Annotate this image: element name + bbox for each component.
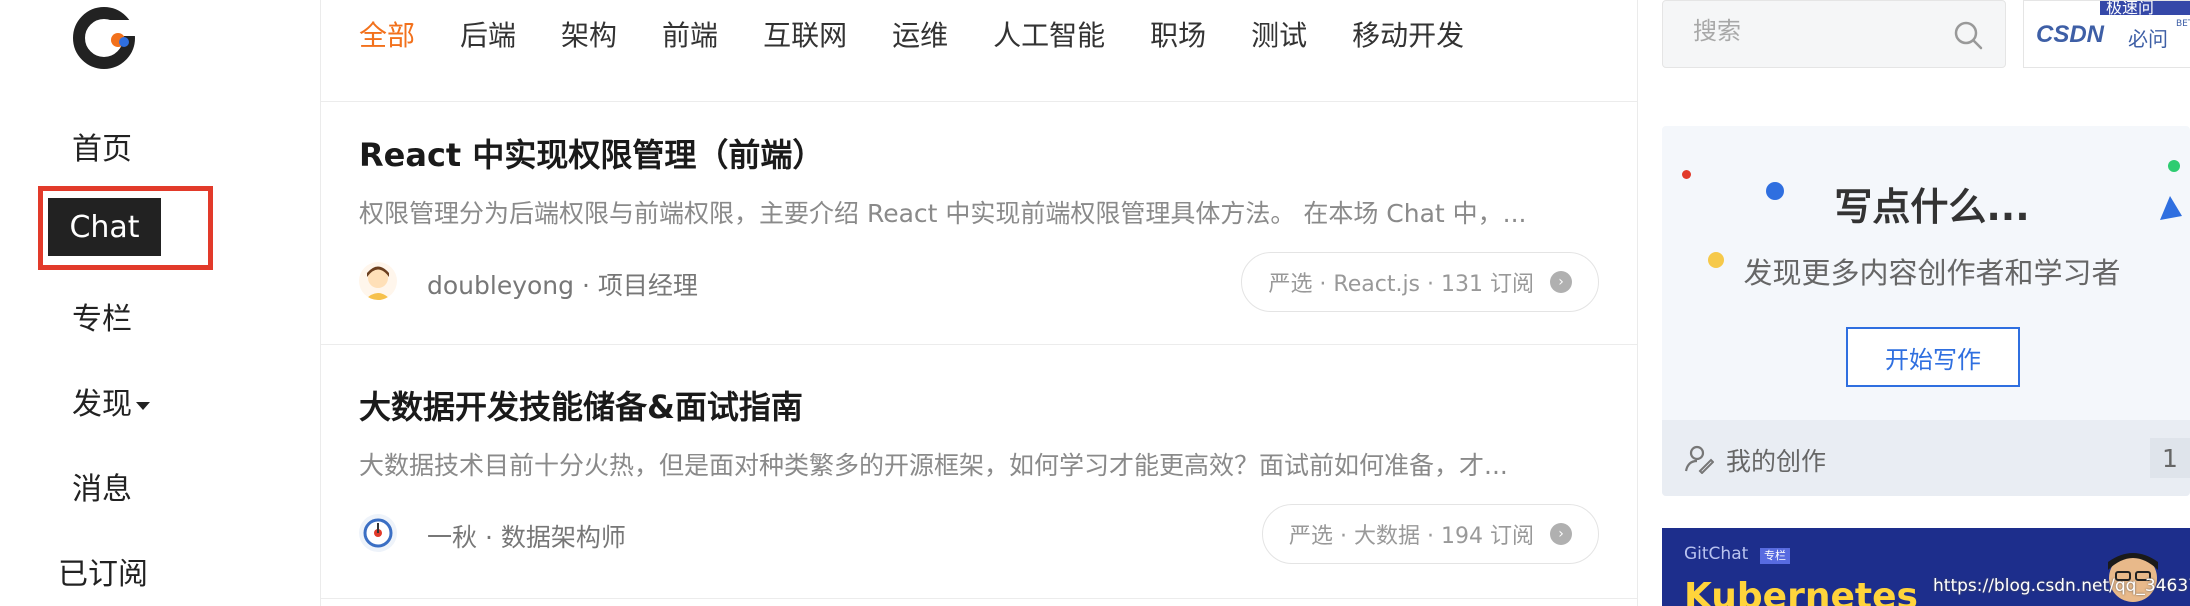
start-writing-button[interactable]: 开始写作: [1846, 327, 2020, 387]
decor-dot: [2168, 160, 2180, 172]
tab-architecture[interactable]: 架构: [561, 14, 617, 54]
tab-frontend[interactable]: 前端: [662, 14, 718, 54]
author-avatar[interactable]: [359, 262, 397, 300]
nav-messages[interactable]: 消息: [72, 464, 132, 508]
my-creations-row[interactable]: 我的创作 1: [1662, 420, 2190, 496]
article-desc: 大数据技术目前十分火热，但是面对种类繁多的开源框架，如何学习才能更高效？面试前如…: [359, 451, 1508, 480]
tab-ops[interactable]: 运维: [892, 14, 948, 54]
tab-ai[interactable]: 人工智能: [993, 14, 1105, 54]
write-card: 写点什么... 发现更多内容创作者和学习者 开始写作 我的创作 1: [1662, 126, 2190, 496]
gitchat-logo[interactable]: [70, 4, 138, 72]
tab-backend[interactable]: 后端: [460, 14, 516, 54]
article-divider: [321, 344, 1637, 345]
author-name[interactable]: 一秋 · 数据架构师: [427, 518, 626, 554]
write-title: 写点什么...: [1834, 185, 2030, 229]
banner-brand: GitChat: [1684, 544, 1749, 564]
author-avatar[interactable]: [359, 514, 397, 552]
right-sidebar: 极速问 CSDN 必问 BETA 写点什么... 发现更多内容创作者和学习者 开…: [1638, 0, 2190, 606]
csdn-logo: CSDN: [2036, 21, 2105, 48]
user-edit-icon: [1684, 445, 1714, 474]
article-feed: 全部 后端 架构 前端 互联网 运维 人工智能 职场 测试 移动开发 React…: [320, 0, 1638, 606]
category-tabs: 全部 后端 架构 前端 互联网 运维 人工智能 职场 测试 移动开发: [359, 14, 1509, 54]
article-card[interactable]: React 中实现权限管理（前端） 权限管理分为后端权限与前端权限，主要介绍 R…: [359, 130, 1599, 314]
search-input[interactable]: [1691, 17, 1935, 47]
my-creations-count: 1: [2150, 438, 2190, 478]
subscription-pill[interactable]: 严选 · 大数据 · 194 订阅 ›: [1262, 504, 1599, 564]
csdn-tag: 极速问: [2100, 1, 2190, 15]
subscription-text: 严选 · React.js · 131 订阅: [1268, 272, 1534, 297]
author-portrait-image: [2108, 553, 2158, 602]
csdn-bidu-card[interactable]: 极速问 CSDN 必问 BETA: [2023, 0, 2190, 68]
author-name[interactable]: doubleyong · 项目经理: [427, 266, 698, 302]
article-meta: doubleyong · 项目经理 严选 · React.js · 131 订阅…: [359, 252, 1599, 314]
article-desc: 权限管理分为后端权限与前端权限，主要介绍 React 中实现前端权限管理具体方法…: [359, 199, 1527, 228]
article-card[interactable]: 大数据开发技能储备&面试指南 大数据技术目前十分火热，但是面对种类繁多的开源框架…: [359, 382, 1599, 566]
tab-internet[interactable]: 互联网: [763, 14, 847, 54]
beta-badge: BETA: [2176, 19, 2190, 29]
chevron-right-icon: ›: [1550, 523, 1572, 545]
subscription-text: 严选 · 大数据 · 194 订阅: [1289, 524, 1534, 549]
nav-chat[interactable]: Chat: [48, 198, 161, 256]
banner-title: Kubernetes: [1684, 576, 1918, 606]
left-nav: 首页 Chat 专栏 发现 消息 已订阅: [0, 0, 320, 606]
watermark: https://blog.csdn.net/qq_34637122: [1933, 576, 2190, 596]
my-creations-label: 我的创作: [1726, 447, 1827, 476]
csdn-bidu-label: 必问: [2128, 27, 2168, 51]
article-title[interactable]: React 中实现权限管理（前端）: [359, 130, 1599, 176]
nav-discover[interactable]: 发现: [72, 379, 150, 423]
search-icon[interactable]: [1953, 20, 1983, 50]
nav-column[interactable]: 专栏: [72, 294, 132, 338]
nav-home[interactable]: 首页: [72, 124, 132, 168]
tab-testing[interactable]: 测试: [1251, 14, 1307, 54]
search-box[interactable]: [1662, 0, 2006, 68]
article-divider: [321, 598, 1637, 599]
nav-chat-label: Chat: [69, 209, 140, 245]
tab-career[interactable]: 职场: [1150, 14, 1206, 54]
banner-tag: 专栏: [1760, 548, 1790, 564]
nav-discover-label: 发现: [72, 387, 132, 422]
caret-down-icon: [136, 401, 150, 410]
article-title[interactable]: 大数据开发技能储备&面试指南: [359, 382, 1599, 428]
tab-mobile[interactable]: 移动开发: [1352, 14, 1464, 54]
nav-subscribed[interactable]: 已订阅: [58, 549, 148, 593]
tab-all[interactable]: 全部: [359, 14, 415, 54]
write-subtitle: 发现更多内容创作者和学习者: [1743, 256, 2121, 290]
subscription-pill[interactable]: 严选 · React.js · 131 订阅 ›: [1241, 252, 1599, 312]
article-meta: 一秋 · 数据架构师 严选 · 大数据 · 194 订阅 ›: [359, 504, 1599, 566]
chevron-right-icon: ›: [1550, 271, 1572, 293]
tabs-divider: [321, 101, 1637, 102]
